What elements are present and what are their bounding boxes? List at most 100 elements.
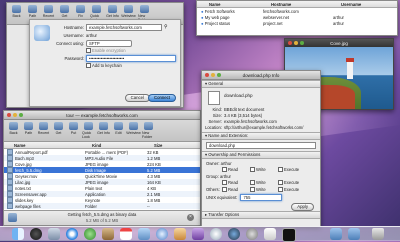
info-icon xyxy=(108,5,117,13)
stack-folder-icon[interactable] xyxy=(330,228,342,240)
globe-icon: ● xyxy=(201,8,204,14)
minimize-button[interactable] xyxy=(294,41,298,45)
ownership-section-header[interactable]: ▾ Ownership and Permissions xyxy=(202,151,320,159)
text-document-icon xyxy=(208,91,220,105)
globe-icon xyxy=(124,5,133,13)
toolbar-back-button[interactable]: Back xyxy=(10,5,23,22)
window-title: Cove.jpg xyxy=(330,40,348,46)
path-icon xyxy=(28,5,37,13)
close-button[interactable] xyxy=(288,41,292,45)
keychain-checkbox[interactable] xyxy=(86,62,91,68)
name-extension-section-header[interactable]: ▾ Name and Extension: xyxy=(202,132,320,140)
others-execute-checkbox[interactable] xyxy=(278,186,283,192)
ichat-icon[interactable] xyxy=(84,228,96,240)
close-button[interactable] xyxy=(205,73,209,77)
mail-icon[interactable] xyxy=(48,228,60,240)
apply-button[interactable]: Apply xyxy=(291,203,314,211)
trash-icon[interactable] xyxy=(372,228,384,240)
ical-icon[interactable] xyxy=(120,228,132,240)
dock xyxy=(0,226,400,242)
imovie-icon[interactable] xyxy=(192,228,204,240)
back-icon xyxy=(9,122,18,130)
shortcut-row[interactable]: ● Project status project.net arthur xyxy=(197,20,397,26)
zoom-button[interactable] xyxy=(217,73,221,77)
group-write-checkbox[interactable] xyxy=(250,179,255,185)
password-field[interactable]: •••••••••••••••••••••••• xyxy=(86,54,176,62)
hostname-field[interactable]: example.fetchsoftworks.com xyxy=(86,23,162,31)
finder-icon[interactable] xyxy=(12,228,24,240)
safari-icon[interactable] xyxy=(66,228,78,240)
globe-icon: ● xyxy=(201,14,204,20)
stack-folder-icon[interactable] xyxy=(348,228,360,240)
preview-icon[interactable] xyxy=(138,228,150,240)
protocol-select[interactable]: SFTP xyxy=(86,39,132,47)
close-button[interactable] xyxy=(7,113,11,117)
others-read-checkbox[interactable] xyxy=(222,186,227,192)
others-write-checkbox[interactable] xyxy=(250,186,255,192)
transfer-status: Getting fetch_5.5.dmg as binary data 5.2… xyxy=(4,210,200,225)
eye-icon xyxy=(92,5,101,13)
transfer-options-section-header[interactable]: ▸ Transfer Options xyxy=(202,211,320,219)
toolbar-get-button[interactable]: Get xyxy=(52,122,65,139)
owner-read-checkbox[interactable] xyxy=(222,166,227,172)
globe-icon xyxy=(129,122,138,130)
dashboard-icon[interactable] xyxy=(30,228,42,240)
cancel-button[interactable]: Cancel xyxy=(124,94,150,102)
put-icon xyxy=(69,122,78,130)
minimize-button[interactable] xyxy=(211,73,215,77)
time-machine-icon[interactable] xyxy=(228,228,240,240)
info-window: download.php Info ▾ General download.php… xyxy=(201,70,321,227)
eye-icon xyxy=(84,122,93,130)
get-icon xyxy=(60,5,69,13)
path-icon xyxy=(24,122,33,130)
group-execute-checkbox[interactable] xyxy=(278,179,283,185)
folder-icon xyxy=(144,122,153,130)
window-title: tour — example.fetchsoftworks.com xyxy=(66,112,138,118)
pencil-icon xyxy=(114,122,123,130)
info-icon xyxy=(99,122,108,130)
itunes-icon[interactable] xyxy=(156,228,168,240)
toolbar-edit-button[interactable]: Edit xyxy=(112,122,125,139)
address-book-icon[interactable] xyxy=(102,228,114,240)
textedit-icon[interactable] xyxy=(264,228,276,240)
username-field[interactable]: arthur xyxy=(86,33,97,38)
iphoto-icon[interactable] xyxy=(174,228,186,240)
fetch-dog-icon[interactable] xyxy=(210,228,222,240)
toolbar-newfolder-button[interactable]: New Folder xyxy=(142,122,155,139)
stop-transfer-button[interactable]: × xyxy=(187,214,194,221)
recent-icon xyxy=(39,122,48,130)
file-list: AnnualReport.pdf Portable ... ment (PDF) 3… xyxy=(4,149,200,209)
toolbar-webview-button[interactable]: Webview xyxy=(126,122,141,139)
unix-permissions-field[interactable]: 755 xyxy=(240,193,283,201)
owner-write-checkbox[interactable] xyxy=(250,166,255,172)
connect-window: Back Path Recent Get Fix Quick Look Get … xyxy=(6,2,184,108)
toolbar-back-button[interactable]: Back xyxy=(7,122,20,139)
file-list-window: tour — example.fetchsoftworks.com Back P… xyxy=(3,110,201,226)
encryption-checkbox[interactable] xyxy=(86,47,91,53)
zoom-button[interactable] xyxy=(19,113,23,117)
toolbar-put-button[interactable]: Put xyxy=(67,122,80,139)
file-icon xyxy=(7,203,13,209)
toolbar-quicklook-button[interactable]: Quick Look xyxy=(82,122,95,139)
owner-execute-checkbox[interactable] xyxy=(278,166,283,172)
file-column-headers: Name Kind Size xyxy=(4,142,200,149)
get-icon xyxy=(54,122,63,130)
fix-icon xyxy=(76,5,85,13)
search-icon[interactable]: ⚲ xyxy=(164,24,168,30)
file-row[interactable]: webpage files Folder -- xyxy=(4,203,200,209)
group-read-checkbox[interactable] xyxy=(222,179,227,185)
fetch-dog-icon xyxy=(34,25,50,41)
filename-field[interactable]: download.php xyxy=(206,142,316,149)
toolbar-path-button[interactable]: Path xyxy=(22,122,35,139)
toolbar-recent-button[interactable]: Recent xyxy=(37,122,50,139)
connect-button[interactable]: Connect xyxy=(147,94,176,102)
general-section-header[interactable]: ▾ General xyxy=(202,80,320,88)
folder-icon xyxy=(140,5,149,13)
zoom-button[interactable] xyxy=(300,41,304,45)
minimize-button[interactable] xyxy=(13,113,17,117)
recent-icon xyxy=(44,5,53,13)
system-preferences-icon[interactable] xyxy=(246,228,258,240)
file-toolbar: Back Path Recent Get Put Quick Look Get … xyxy=(4,120,200,142)
toolbar-getinfo-button[interactable]: Get Info xyxy=(97,122,110,139)
back-icon xyxy=(12,5,21,13)
